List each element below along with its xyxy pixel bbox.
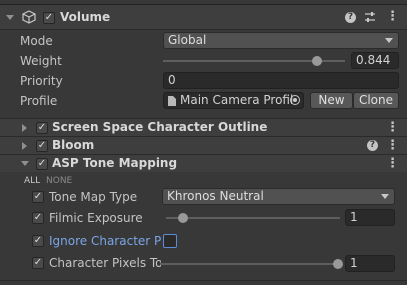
override-header-tone-mapping[interactable]: ✓ ASP Tone Mapping ⋮ xyxy=(0,154,407,172)
priority-label: Priority xyxy=(20,74,63,88)
foldout-arrow-icon[interactable] xyxy=(21,161,29,166)
mode-dropdown-value: Global xyxy=(168,33,207,47)
override-title: Screen Space Character Outline xyxy=(52,120,268,134)
override-checkbox-ignore-character[interactable]: ✓ xyxy=(32,235,44,247)
override-checkbox-filmic-exposure[interactable]: ✓ xyxy=(32,212,44,224)
context-menu-icon[interactable]: ⋮ xyxy=(386,121,399,134)
mode-dropdown[interactable]: Global xyxy=(163,32,399,49)
preset-settings-icon[interactable] xyxy=(364,11,376,23)
profile-label: Profile xyxy=(20,94,58,108)
toggle-all-link[interactable]: ALL xyxy=(24,173,40,189)
asset-file-icon xyxy=(168,95,176,106)
volume-component-header[interactable]: ✓ Volume ? ⋮ xyxy=(0,4,407,30)
override-enabled-checkbox[interactable]: ✓ xyxy=(36,158,48,170)
override-checkbox-character-pixels[interactable]: ✓ xyxy=(32,257,44,269)
character-pixels-slider-thumb[interactable] xyxy=(333,259,343,269)
character-pixels-slider-track[interactable] xyxy=(160,263,338,265)
character-pixels-field[interactable]: 1 xyxy=(345,255,395,272)
character-pixels-label: Character Pixels To xyxy=(49,256,161,270)
chevron-down-icon xyxy=(385,38,393,43)
volume-enabled-checkbox[interactable]: ✓ xyxy=(43,12,55,24)
profile-value: Main Camera Profil xyxy=(180,93,294,107)
override-checkbox-tone-map-type[interactable]: ✓ xyxy=(32,191,44,203)
foldout-arrow-icon[interactable] xyxy=(22,142,27,150)
weight-slider-thumb[interactable] xyxy=(311,56,322,66)
filmic-exposure-label: Filmic Exposure xyxy=(49,211,143,225)
override-header-bloom[interactable]: ✓ Bloom ? ⋮ xyxy=(0,136,407,154)
ignore-character-checkbox[interactable] xyxy=(163,234,177,248)
new-profile-button[interactable]: New xyxy=(310,92,353,109)
inspector-divider xyxy=(0,280,407,281)
tone-map-type-label: Tone Map Type xyxy=(49,190,138,204)
chevron-down-icon xyxy=(381,194,389,199)
object-picker-icon[interactable] xyxy=(290,95,300,105)
override-enabled-checkbox[interactable]: ✓ xyxy=(36,140,48,152)
volume-cube-icon xyxy=(22,10,36,24)
context-menu-icon[interactable]: ⋮ xyxy=(386,157,399,170)
help-icon[interactable]: ? xyxy=(345,12,356,23)
volume-title: Volume xyxy=(60,10,111,24)
override-title: Bloom xyxy=(52,138,95,152)
foldout-arrow-icon[interactable] xyxy=(6,15,14,20)
filmic-exposure-field[interactable]: 1 xyxy=(345,209,395,226)
override-header-outline[interactable]: ✓ Screen Space Character Outline ⋮ xyxy=(0,118,407,136)
priority-field[interactable]: 0 xyxy=(163,72,399,89)
filmic-exposure-slider-thumb[interactable] xyxy=(178,213,189,223)
tone-map-type-dropdown[interactable]: Khronos Neutral xyxy=(162,188,395,205)
tone-map-type-value: Khronos Neutral xyxy=(167,189,264,203)
override-enabled-checkbox[interactable]: ✓ xyxy=(36,122,48,134)
foldout-arrow-icon[interactable] xyxy=(22,124,27,132)
mode-label: Mode xyxy=(20,34,53,48)
weight-field[interactable]: 0.844 xyxy=(351,52,399,69)
profile-object-field[interactable]: Main Camera Profil xyxy=(163,92,304,109)
ignore-character-label: Ignore Character Pi xyxy=(49,234,161,248)
clone-profile-button[interactable]: Clone xyxy=(353,92,399,109)
filmic-exposure-slider-track[interactable] xyxy=(166,217,340,219)
weight-label: Weight xyxy=(20,54,62,68)
context-menu-icon[interactable]: ⋮ xyxy=(386,10,399,23)
toggle-none-link[interactable]: NONE xyxy=(46,173,72,189)
override-title: ASP Tone Mapping xyxy=(52,156,178,170)
context-menu-icon[interactable]: ⋮ xyxy=(386,139,399,152)
help-icon[interactable]: ? xyxy=(367,140,378,151)
